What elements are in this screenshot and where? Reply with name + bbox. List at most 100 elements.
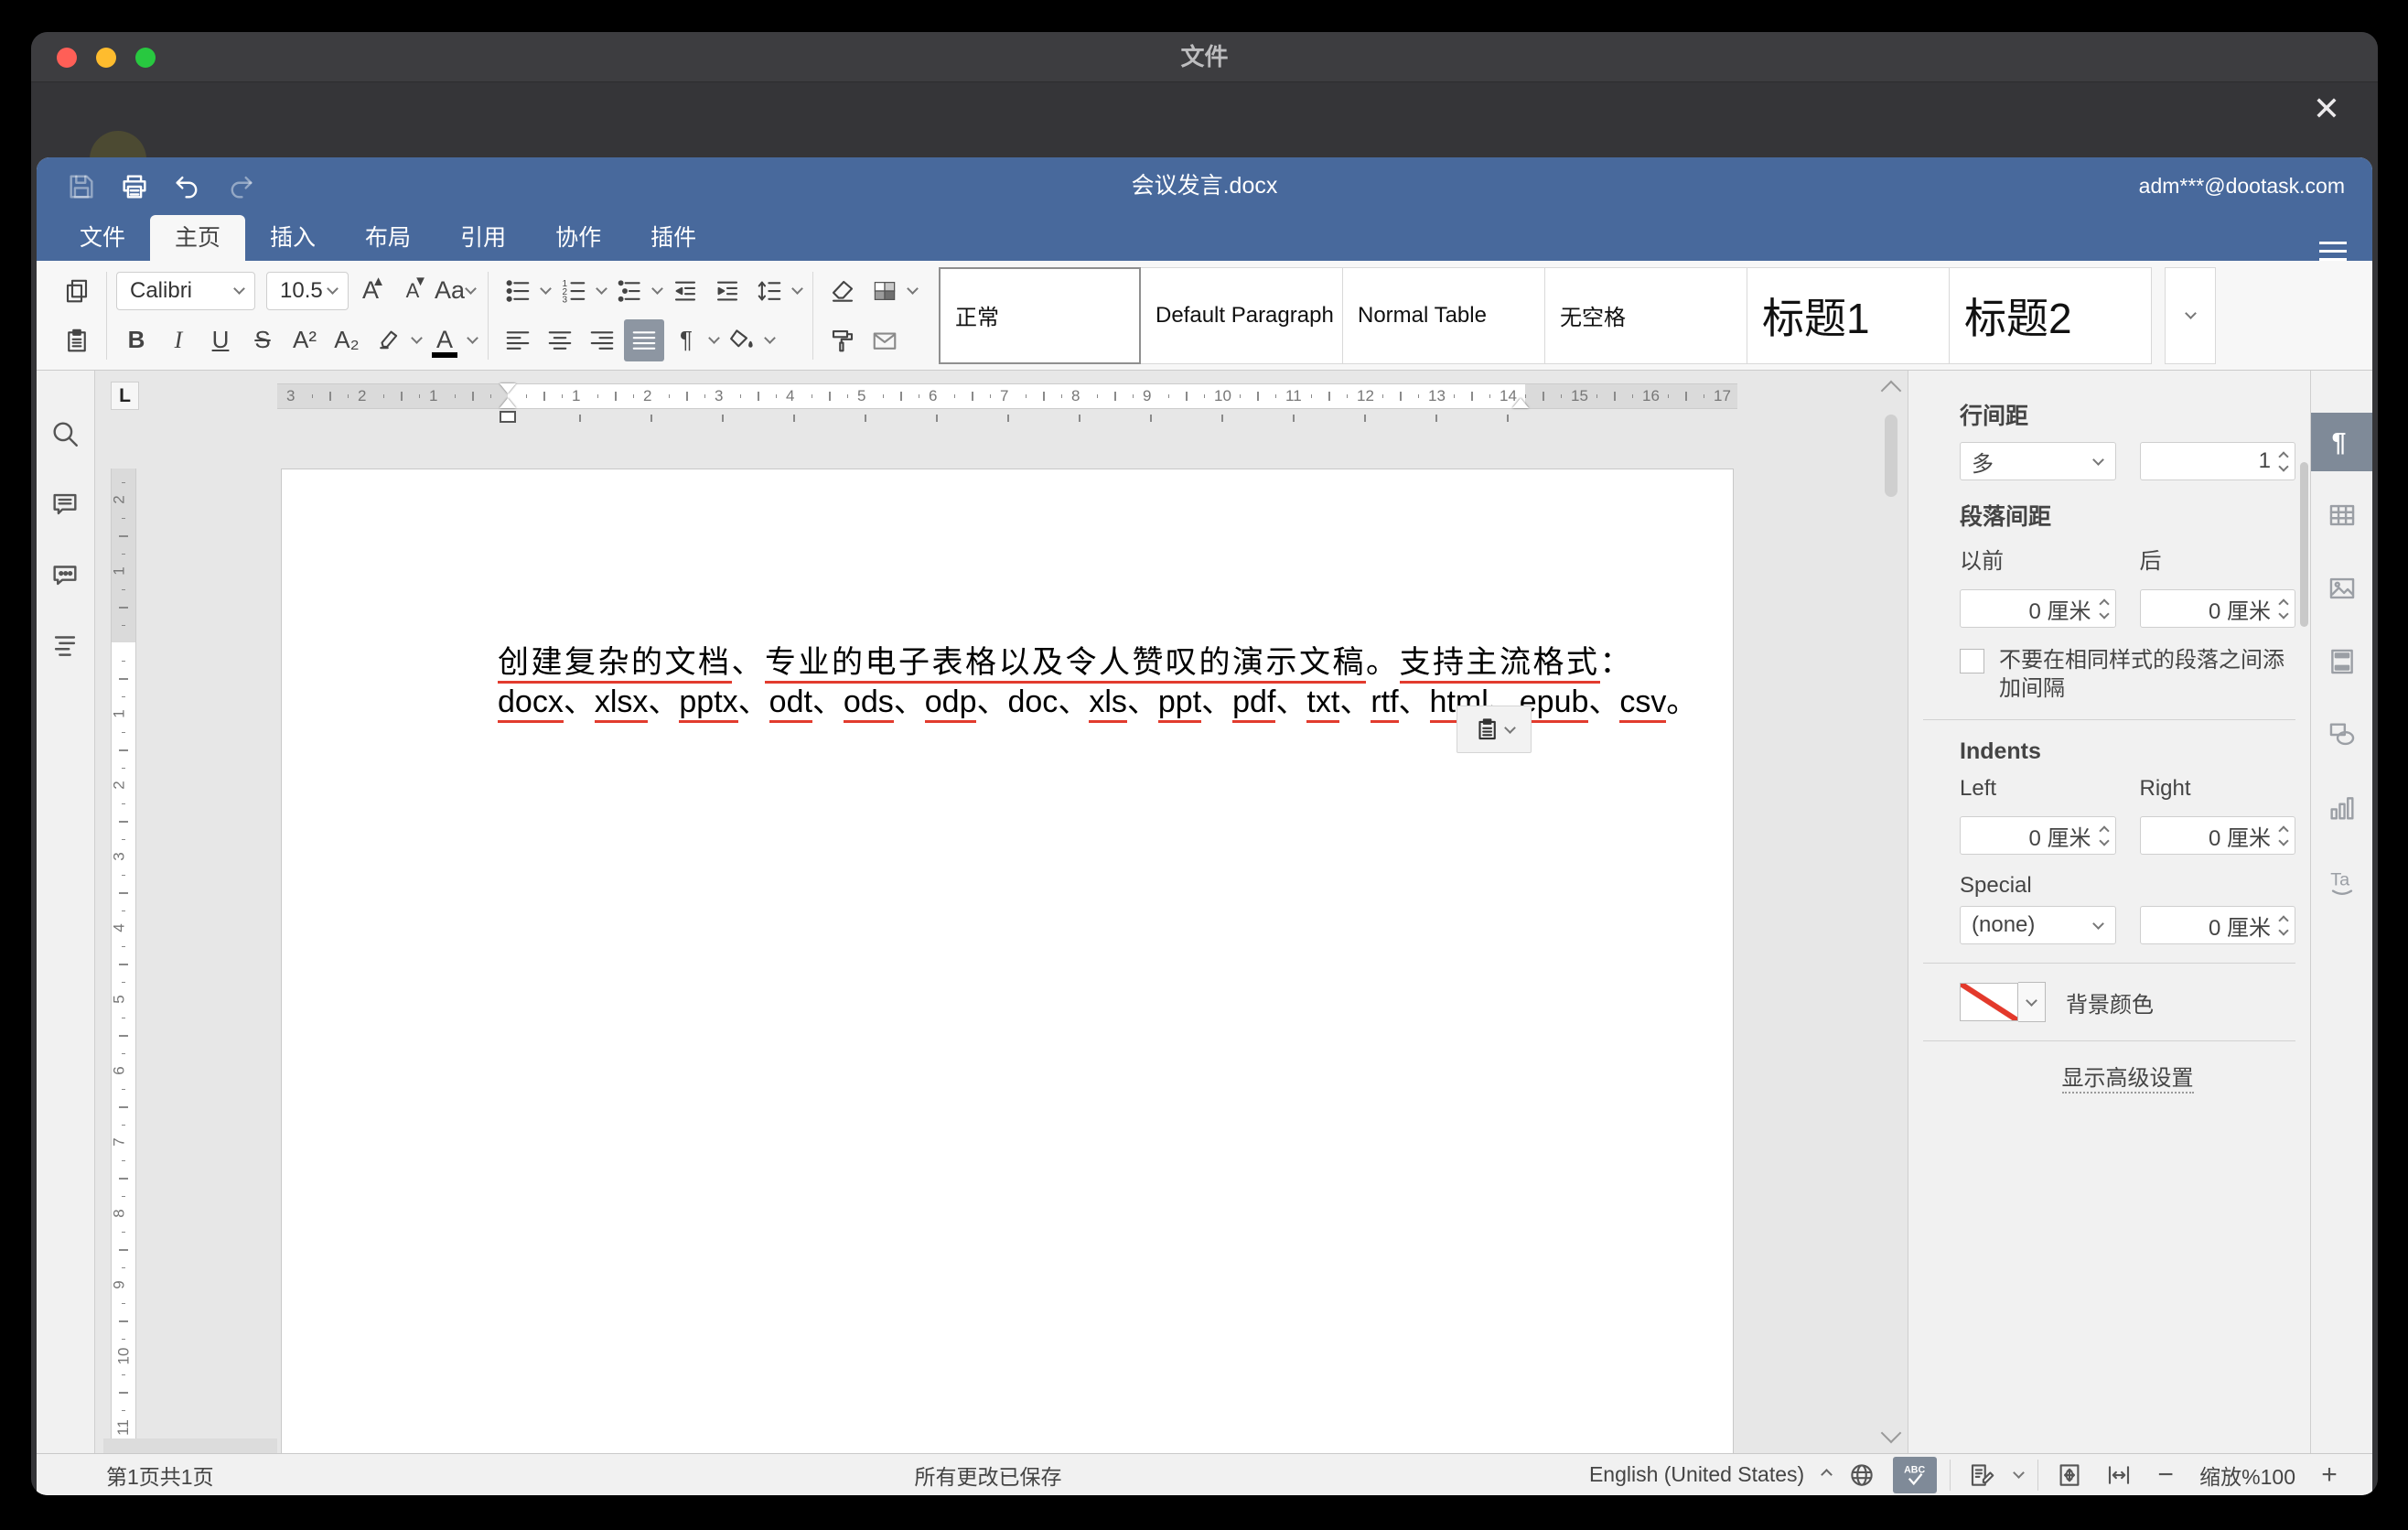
- panel-scrollbar-thumb[interactable]: [2300, 462, 2308, 627]
- set-language-globe-icon[interactable]: [1844, 1458, 1880, 1492]
- copy-button[interactable]: [57, 270, 97, 312]
- indent-left-spinner[interactable]: 0 厘米: [1960, 816, 2116, 855]
- tab-文件[interactable]: 文件: [55, 215, 150, 261]
- style-item[interactable]: 正常: [939, 267, 1141, 364]
- style-item[interactable]: 标题1: [1747, 267, 1950, 364]
- nonprinting-chars-button[interactable]: ¶: [666, 319, 706, 361]
- underline-button[interactable]: U: [200, 319, 241, 361]
- special-indent-spinner[interactable]: 0 厘米: [2140, 906, 2296, 944]
- fit-page-icon[interactable]: [2051, 1458, 2088, 1492]
- tab-引用[interactable]: 引用: [435, 215, 531, 261]
- paste-options-button[interactable]: [1457, 706, 1532, 753]
- document-page[interactable]: 创建复杂的文档、专业的电子表格以及令人赞叹的演示文稿。支持主流格式： docx、…: [281, 469, 1734, 1453]
- line-spacing-button[interactable]: [749, 270, 790, 312]
- vertical-ruler[interactable]: 211234567891011: [111, 462, 136, 1435]
- style-item[interactable]: 无空格: [1545, 267, 1747, 364]
- align-center-button[interactable]: [540, 319, 580, 361]
- mail-merge-button[interactable]: [865, 319, 905, 361]
- clear-style-button[interactable]: [822, 270, 863, 312]
- search-icon[interactable]: [49, 418, 84, 453]
- mail-merge-icon[interactable]: [2311, 925, 2372, 984]
- subscript-button[interactable]: A₂: [327, 319, 367, 361]
- shading-button[interactable]: [722, 319, 762, 361]
- spellcheck-icon[interactable]: ABC: [1893, 1457, 1937, 1493]
- advanced-settings-link[interactable]: 显示高级设置: [2062, 1060, 2194, 1094]
- bullet-list-dropdown-icon[interactable]: [540, 283, 552, 295]
- tab-协作[interactable]: 协作: [531, 215, 626, 261]
- shape-icon[interactable]: [2311, 706, 2372, 764]
- color-scheme-dropdown-icon[interactable]: [907, 283, 919, 295]
- paste-button[interactable]: [57, 319, 97, 361]
- language-selector[interactable]: English (United States): [1589, 1462, 1804, 1487]
- zoom-in-button[interactable]: +: [2314, 1460, 2345, 1491]
- special-indent-select[interactable]: (none): [1960, 906, 2116, 944]
- tab-主页[interactable]: 主页: [150, 215, 245, 261]
- line-spacing-select[interactable]: 多: [1960, 442, 2116, 480]
- line-spacing-dropdown-icon[interactable]: [791, 283, 803, 295]
- first-line-indent-marker[interactable]: [500, 383, 516, 393]
- menu-hamburger-icon[interactable]: [2317, 236, 2349, 264]
- numbered-list-button[interactable]: 123: [554, 270, 594, 312]
- tab-插入[interactable]: 插入: [245, 215, 340, 261]
- multilevel-list-dropdown-icon[interactable]: [651, 283, 663, 295]
- scroll-up-icon[interactable]: [1881, 381, 1902, 402]
- line-spacing-value-spinner[interactable]: 1: [2140, 442, 2296, 480]
- chat-icon[interactable]: [49, 559, 84, 594]
- style-item[interactable]: 标题2: [1950, 267, 2152, 364]
- superscript-button[interactable]: A²: [285, 319, 325, 361]
- text-art-icon[interactable]: Ta: [2311, 852, 2372, 910]
- increase-indent-button[interactable]: [707, 270, 747, 312]
- track-changes-icon[interactable]: [1963, 1458, 2000, 1492]
- left-indent-marker[interactable]: [500, 411, 516, 423]
- scroll-down-icon[interactable]: [1881, 1423, 1902, 1444]
- decrease-font-button[interactable]: A▼: [392, 270, 433, 312]
- fit-width-icon[interactable]: [2101, 1458, 2137, 1492]
- header-footer-icon[interactable]: [2311, 632, 2372, 691]
- strikethrough-button[interactable]: S: [242, 319, 283, 361]
- tab-布局[interactable]: 布局: [340, 215, 435, 261]
- font-size-select[interactable]: 10.5: [266, 272, 349, 310]
- document-scrollbar[interactable]: [1880, 378, 1904, 1448]
- font-color-dropdown-icon[interactable]: [467, 332, 478, 344]
- italic-button[interactable]: I: [158, 319, 199, 361]
- image-icon[interactable]: [2311, 559, 2372, 618]
- navigation-icon[interactable]: [49, 630, 84, 664]
- multilevel-list-button[interactable]: [609, 270, 650, 312]
- horizontal-ruler[interactable]: 3211234567891011121314151617: [96, 383, 1908, 409]
- styles-gallery-expand-button[interactable]: [2165, 267, 2216, 364]
- copy-style-button[interactable]: [822, 319, 863, 361]
- style-item[interactable]: Normal Table: [1343, 267, 1545, 364]
- color-scheme-button[interactable]: [865, 270, 905, 312]
- style-item[interactable]: Default Paragraph: [1141, 267, 1343, 364]
- chart-icon[interactable]: [2311, 779, 2372, 837]
- numbered-list-dropdown-icon[interactable]: [596, 283, 607, 295]
- tab-插件[interactable]: 插件: [626, 215, 721, 261]
- paragraph-line-1[interactable]: 创建复杂的文档、专业的电子表格以及令人赞叹的演示文稿。支持主流格式：: [498, 637, 1633, 682]
- zoom-out-button[interactable]: −: [2150, 1460, 2181, 1491]
- highlight-dropdown-icon[interactable]: [411, 332, 423, 344]
- paragraph-settings-icon[interactable]: ¶: [2311, 413, 2372, 471]
- align-right-button[interactable]: [582, 319, 622, 361]
- background-color-dropdown-icon[interactable]: [2018, 982, 2046, 1022]
- table-icon[interactable]: [2311, 486, 2372, 544]
- bold-button[interactable]: B: [116, 319, 156, 361]
- comment-icon[interactable]: [49, 489, 84, 523]
- highlight-color-button[interactable]: [369, 319, 409, 361]
- language-caret-icon[interactable]: [1821, 1469, 1833, 1481]
- track-changes-dropdown-icon[interactable]: [2013, 1467, 2025, 1479]
- decrease-indent-button[interactable]: [665, 270, 705, 312]
- no-space-same-style-checkbox[interactable]: [1960, 649, 1984, 673]
- close-icon[interactable]: ✕: [2305, 87, 2349, 131]
- right-indent-marker[interactable]: [1512, 398, 1529, 408]
- font-color-button[interactable]: A: [425, 319, 465, 361]
- background-color-swatch[interactable]: [1960, 983, 2018, 1021]
- shading-dropdown-icon[interactable]: [764, 332, 776, 344]
- spacing-after-spinner[interactable]: 0 厘米: [2140, 589, 2296, 628]
- font-name-select[interactable]: Calibri: [116, 272, 255, 310]
- horizontal-scrollbar[interactable]: [103, 1438, 277, 1453]
- align-justify-button[interactable]: [624, 319, 664, 361]
- hanging-indent-marker[interactable]: [500, 398, 516, 408]
- spacing-before-spinner[interactable]: 0 厘米: [1960, 589, 2116, 628]
- bullet-list-button[interactable]: [498, 270, 538, 312]
- scrollbar-thumb[interactable]: [1885, 415, 1897, 497]
